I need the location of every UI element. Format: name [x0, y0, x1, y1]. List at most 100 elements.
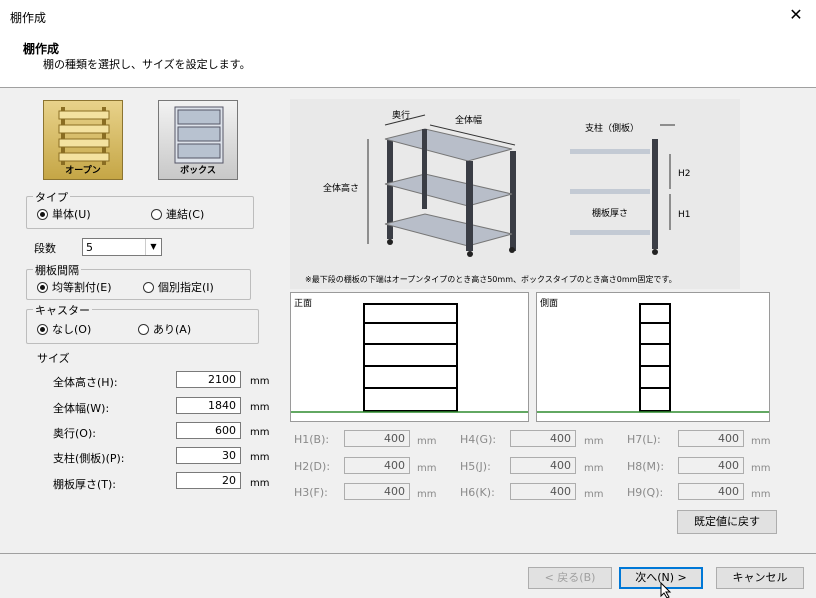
single-radio[interactable]: 単体(U): [37, 206, 91, 222]
diagram-note: ※最下段の棚板の下端はオープンタイプのとき高さ50mm、ボックスタイプのとき高さ…: [305, 275, 677, 284]
unit-label: mm: [250, 452, 270, 463]
radio-dot[interactable]: [37, 281, 48, 293]
page-title: 棚作成: [23, 42, 60, 56]
title-bar: 棚作成 ✕: [0, 0, 816, 32]
side-view: 側面: [536, 292, 770, 422]
radio-dot[interactable]: [138, 323, 149, 335]
caster-yes-radio[interactable]: あり(A): [138, 321, 191, 337]
open-shelf-icon: [58, 107, 110, 165]
h3-input[interactable]: 400: [344, 483, 410, 500]
h2-label: H2(D):: [294, 460, 331, 473]
h3-label: H3(F):: [294, 486, 328, 499]
caster-none-radio[interactable]: なし(O): [37, 321, 91, 337]
cursor-icon: [660, 582, 672, 598]
caster-none-label: なし(O): [52, 323, 92, 336]
individual-spacing-label: 個別指定(I): [158, 281, 214, 294]
wizard-header: 棚作成 棚の種類を選択し、サイズを設定します。: [0, 32, 816, 88]
unit-label: mm: [250, 376, 270, 387]
h2-diagram-label: H2: [678, 169, 691, 179]
depth-diagram-label: 奥行: [392, 111, 411, 121]
caster-group-legend: キャスター: [33, 302, 92, 318]
thickness-diagram-label: 棚板厚さ: [592, 209, 629, 219]
unit-label: mm: [584, 463, 604, 474]
h1-label: H1(B):: [294, 433, 330, 446]
equal-spacing-radio[interactable]: 均等割付(E): [37, 279, 112, 295]
total-width-label: 全体幅(W):: [53, 402, 110, 415]
caster-group: キャスター なし(O) あり(A): [26, 302, 259, 344]
chevron-down-icon[interactable]: ▼: [145, 239, 161, 255]
page-subtitle: 棚の種類を選択し、サイズを設定します。: [43, 58, 251, 71]
thickness-label: 棚板厚さ(T):: [53, 478, 117, 491]
post-input[interactable]: 30: [176, 447, 241, 464]
type-group-legend: タイプ: [33, 189, 70, 205]
type-group: タイプ 単体(U) 連結(C): [26, 189, 254, 229]
size-label: サイズ: [37, 352, 70, 365]
unit-label: mm: [417, 489, 437, 500]
caster-yes-label: あり(A): [153, 323, 192, 336]
spacing-group: 棚板間隔 均等割付(E) 個別指定(I): [26, 262, 251, 300]
h4-label: H4(G):: [460, 433, 497, 446]
radio-dot[interactable]: [37, 208, 48, 220]
open-type-button[interactable]: オープン: [43, 100, 123, 180]
h9-input[interactable]: 400: [678, 483, 744, 500]
h4-input[interactable]: 400: [510, 430, 576, 447]
h8-label: H8(M):: [627, 460, 665, 473]
unit-label: mm: [250, 478, 270, 489]
unit-label: mm: [584, 436, 604, 447]
shelf-diagram: 奥行 全体幅 全体高さ 支柱（側板） H2 H1 棚板厚さ ※最下段の棚板の下端…: [290, 99, 740, 289]
width-diagram-label: 全体幅: [455, 116, 483, 126]
thickness-input[interactable]: 20: [176, 472, 241, 489]
shelf-count-label: 段数: [34, 242, 56, 255]
cancel-button[interactable]: キャンセル: [716, 567, 804, 589]
single-radio-label: 単体(U): [52, 208, 91, 221]
unit-label: mm: [751, 489, 771, 500]
depth-input[interactable]: 600: [176, 422, 241, 439]
unit-label: mm: [417, 436, 437, 447]
shelf-count-select[interactable]: 5 ▼: [82, 238, 162, 256]
h1-diagram-label: H1: [678, 210, 691, 220]
unit-label: mm: [751, 436, 771, 447]
h6-input[interactable]: 400: [510, 483, 576, 500]
h9-label: H9(Q):: [627, 486, 664, 499]
radio-dot[interactable]: [143, 281, 154, 293]
post-diagram-label: 支柱（側板）: [585, 124, 640, 134]
total-height-label: 全体高さ(H):: [53, 376, 118, 389]
h5-label: H5(J):: [460, 460, 491, 473]
unit-label: mm: [250, 427, 270, 438]
shelf-diagram-graphic: [367, 114, 675, 257]
shelf-count-value: 5: [86, 241, 93, 254]
linked-radio-label: 連結(C): [166, 208, 205, 221]
box-type-label: ボックス: [180, 166, 216, 176]
h6-label: H6(K):: [460, 486, 495, 499]
height-diagram-label: 全体高さ: [323, 184, 360, 194]
reset-defaults-button[interactable]: 既定値に戻す: [677, 510, 777, 534]
unit-label: mm: [250, 402, 270, 413]
window-title: 棚作成: [10, 11, 47, 25]
post-label: 支柱(側板)(P):: [53, 452, 125, 465]
close-icon[interactable]: ✕: [786, 5, 806, 25]
individual-spacing-radio[interactable]: 個別指定(I): [143, 279, 214, 295]
equal-spacing-label: 均等割付(E): [52, 281, 112, 294]
linked-radio[interactable]: 連結(C): [151, 206, 204, 222]
unit-label: mm: [584, 489, 604, 500]
radio-dot[interactable]: [37, 323, 48, 335]
h2-input[interactable]: 400: [344, 457, 410, 474]
unit-label: mm: [417, 463, 437, 474]
box-type-button[interactable]: ボックス: [158, 100, 238, 180]
h8-input[interactable]: 400: [678, 457, 744, 474]
box-shelf-icon: [174, 106, 224, 164]
back-button[interactable]: < 戻る(B): [528, 567, 612, 589]
h7-input[interactable]: 400: [678, 430, 744, 447]
total-height-input[interactable]: 2100: [176, 371, 241, 388]
spacing-group-legend: 棚板間隔: [33, 262, 81, 278]
footer-divider: [0, 553, 816, 554]
total-width-input[interactable]: 1840: [176, 397, 241, 414]
h7-label: H7(L):: [627, 433, 661, 446]
radio-dot[interactable]: [151, 208, 162, 220]
unit-label: mm: [751, 463, 771, 474]
depth-label: 奥行(O):: [53, 427, 96, 440]
front-view: 正面: [290, 292, 529, 422]
h1-input[interactable]: 400: [344, 430, 410, 447]
open-type-label: オープン: [65, 166, 101, 176]
h5-input[interactable]: 400: [510, 457, 576, 474]
